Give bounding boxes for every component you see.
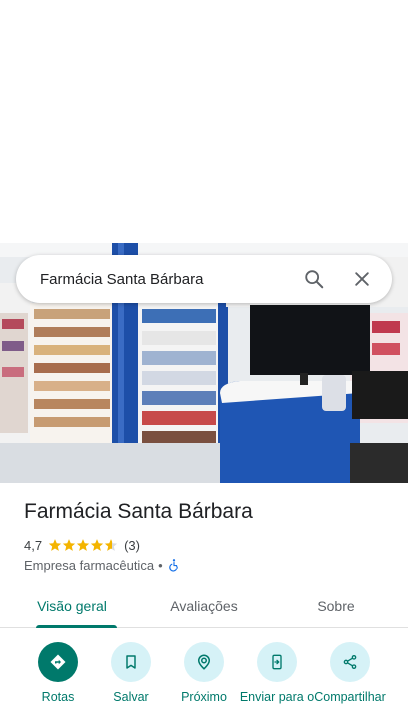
rating-row[interactable]: 4,7 (3) [24,536,140,554]
share-label: Compartilhar [314,690,386,704]
send-to-phone-button[interactable]: Enviar para o [239,642,315,705]
star-rating [48,538,118,552]
nearby-button[interactable]: Próximo [166,642,242,705]
star-icon [76,539,90,551]
action-buttons: Rotas Salvar Próximo Enviar para o Compa… [0,642,408,726]
directions-label: Rotas [41,690,75,704]
tab-overview[interactable]: Visão geral [0,584,144,628]
wheelchair-accessible-icon[interactable] [167,558,181,572]
nearby-label: Próximo [181,690,227,704]
close-icon [355,272,369,286]
share-icon [343,655,357,669]
save-label: Salvar [113,690,149,704]
share-button[interactable]: Compartilhar [312,642,388,705]
tab-label: Visão geral [37,597,107,614]
save-button-circle [111,642,151,682]
place-tabs: Visão geral Avaliações Sobre [0,584,408,628]
separator-dot: • [158,557,163,573]
search-button[interactable] [296,261,332,297]
tab-label: Sobre [317,597,355,614]
half-star-icon [104,539,118,551]
search-query-text[interactable]: Farmácia Santa Bárbara [16,271,296,288]
map-blank-area [0,0,408,243]
star-icon [48,539,62,551]
place-category: Empresa farmacêutica [24,557,155,573]
search-bar[interactable]: Farmácia Santa Bárbara [16,255,392,303]
share-button-circle [330,642,370,682]
tab-reviews[interactable]: Avaliações [144,584,264,627]
save-button[interactable]: Salvar [93,642,169,705]
send-to-phone-label: Enviar para o [239,690,315,704]
star-icon [62,539,76,551]
send-to-phone-icon [272,654,282,670]
send-to-phone-button-circle [257,642,297,682]
active-tab-indicator [36,625,117,628]
directions-button[interactable]: Rotas [20,642,96,705]
directions-button-circle [38,642,78,682]
nearby-button-circle [184,642,224,682]
category-row: Empresa farmacêutica • [24,556,181,574]
bookmark-icon [126,655,136,669]
tab-about[interactable]: Sobre [264,584,408,627]
directions-icon [50,654,66,670]
rating-value: 4,7 [24,537,43,553]
place-name: Farmácia Santa Bárbara [24,500,253,523]
search-icon [305,270,324,289]
nearby-icon [197,654,211,670]
star-icon [90,539,104,551]
tab-label: Avaliações [170,597,238,614]
close-button[interactable] [344,261,380,297]
review-count: (3) [124,537,140,553]
